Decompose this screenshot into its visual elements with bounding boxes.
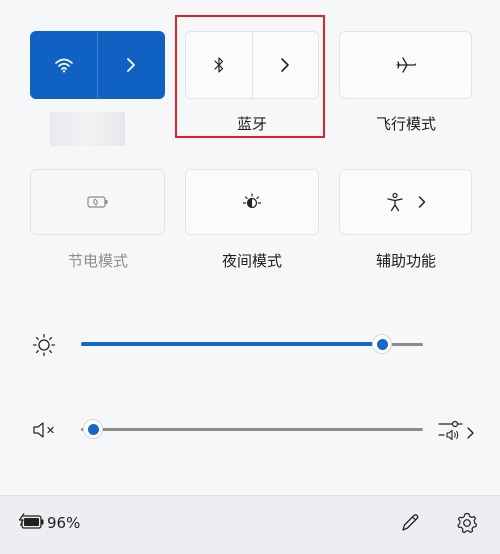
battery-saver-icon [86,195,109,209]
wifi-expand-button[interactable] [98,32,164,98]
battery-saver-label: 节电模式 [67,252,128,270]
highlight-box [175,15,325,138]
gear-icon[interactable] [455,511,479,535]
airplane-mode-tile[interactable] [339,31,472,99]
wifi-toggle-button[interactable] [31,32,97,98]
pencil-icon[interactable] [399,512,421,534]
airplane-icon [395,56,417,74]
wifi-tile[interactable] [30,31,165,99]
brightness-icon [32,333,56,357]
wifi-icon [54,57,74,73]
airplane-mode-label: 飞行模式 [375,115,436,133]
volume-muted-icon[interactable] [32,420,58,440]
night-light-icon [242,192,262,212]
battery-charging-icon[interactable] [18,513,44,531]
volume-slider-track[interactable] [81,428,423,431]
wifi-network-name-redacted [50,112,125,146]
quick-settings-panel: 蓝牙 飞行模式 节电模式 夜间模式 辅助功能 [0,0,500,495]
brightness-slider-row [28,330,478,360]
quick-settings-footer: 96% [0,495,500,554]
accessibility-icon [386,192,404,212]
brightness-slider-thumb[interactable] [373,335,391,353]
chevron-right-icon [126,57,136,73]
audio-output-select-icon[interactable] [438,418,476,442]
night-light-label: 夜间模式 [221,252,282,270]
night-light-tile[interactable] [185,169,319,235]
brightness-slider-fill [81,342,383,346]
volume-slider-thumb[interactable] [84,420,102,438]
accessibility-label: 辅助功能 [375,252,436,270]
battery-saver-tile[interactable] [30,169,165,235]
battery-percent-text: 96% [47,514,81,532]
volume-slider-row [28,415,478,445]
accessibility-tile[interactable] [339,169,472,235]
chevron-right-icon [418,195,426,209]
